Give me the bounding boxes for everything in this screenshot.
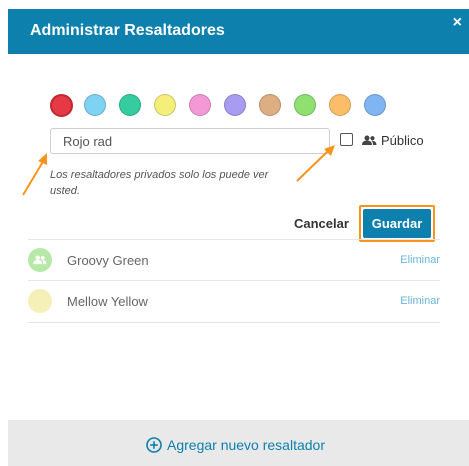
delete-link[interactable]: Eliminar (400, 295, 440, 307)
delete-link[interactable]: Eliminar (400, 254, 440, 266)
dialog-header: Administrar Resaltadores × (8, 9, 469, 54)
add-highlighter-label: Agregar nuevo resaltador (167, 437, 325, 453)
close-icon[interactable]: × (453, 15, 462, 31)
dialog-title: Administrar Resaltadores (30, 22, 225, 39)
swatch-red[interactable] (50, 94, 73, 117)
users-icon (33, 255, 47, 265)
cancel-button[interactable]: Cancelar (294, 216, 349, 231)
users-icon (362, 135, 377, 145)
swatch-green[interactable] (294, 94, 316, 116)
swatch-blue[interactable] (364, 94, 386, 116)
swatch-yellow[interactable] (154, 94, 176, 116)
highlighter-name-input[interactable] (50, 128, 330, 154)
privacy-hint: Los resaltadores privados solo los puede… (50, 169, 269, 197)
swatch-pink[interactable] (189, 94, 211, 116)
divider (28, 322, 440, 323)
highlighter-color-dot (28, 289, 52, 313)
public-checkbox[interactable] (340, 133, 353, 146)
highlighter-color-dot (28, 248, 52, 272)
public-toggle[interactable]: Público (362, 133, 424, 148)
swatch-tan[interactable] (259, 94, 281, 116)
highlighter-name: Groovy Green (67, 253, 149, 268)
highlighter-row: Mellow Yellow Eliminar (28, 281, 440, 321)
color-swatches (50, 94, 390, 118)
swatch-orange[interactable] (329, 94, 351, 116)
swatch-light-blue[interactable] (84, 94, 106, 116)
swatch-teal[interactable] (119, 94, 141, 116)
swatch-lavender[interactable] (224, 94, 246, 116)
highlighter-row: Groovy Green Eliminar (28, 240, 440, 280)
plus-circle-icon (146, 437, 162, 453)
save-button[interactable]: Guardar (363, 209, 431, 238)
add-highlighter-button[interactable]: Agregar nuevo resaltador (146, 437, 325, 453)
highlighter-name: Mellow Yellow (67, 294, 148, 309)
dialog-footer: Agregar nuevo resaltador (8, 420, 469, 466)
public-label: Público (381, 133, 424, 148)
annotation-arrow-input (22, 153, 47, 196)
annotation-arrow-checkbox (296, 145, 335, 182)
